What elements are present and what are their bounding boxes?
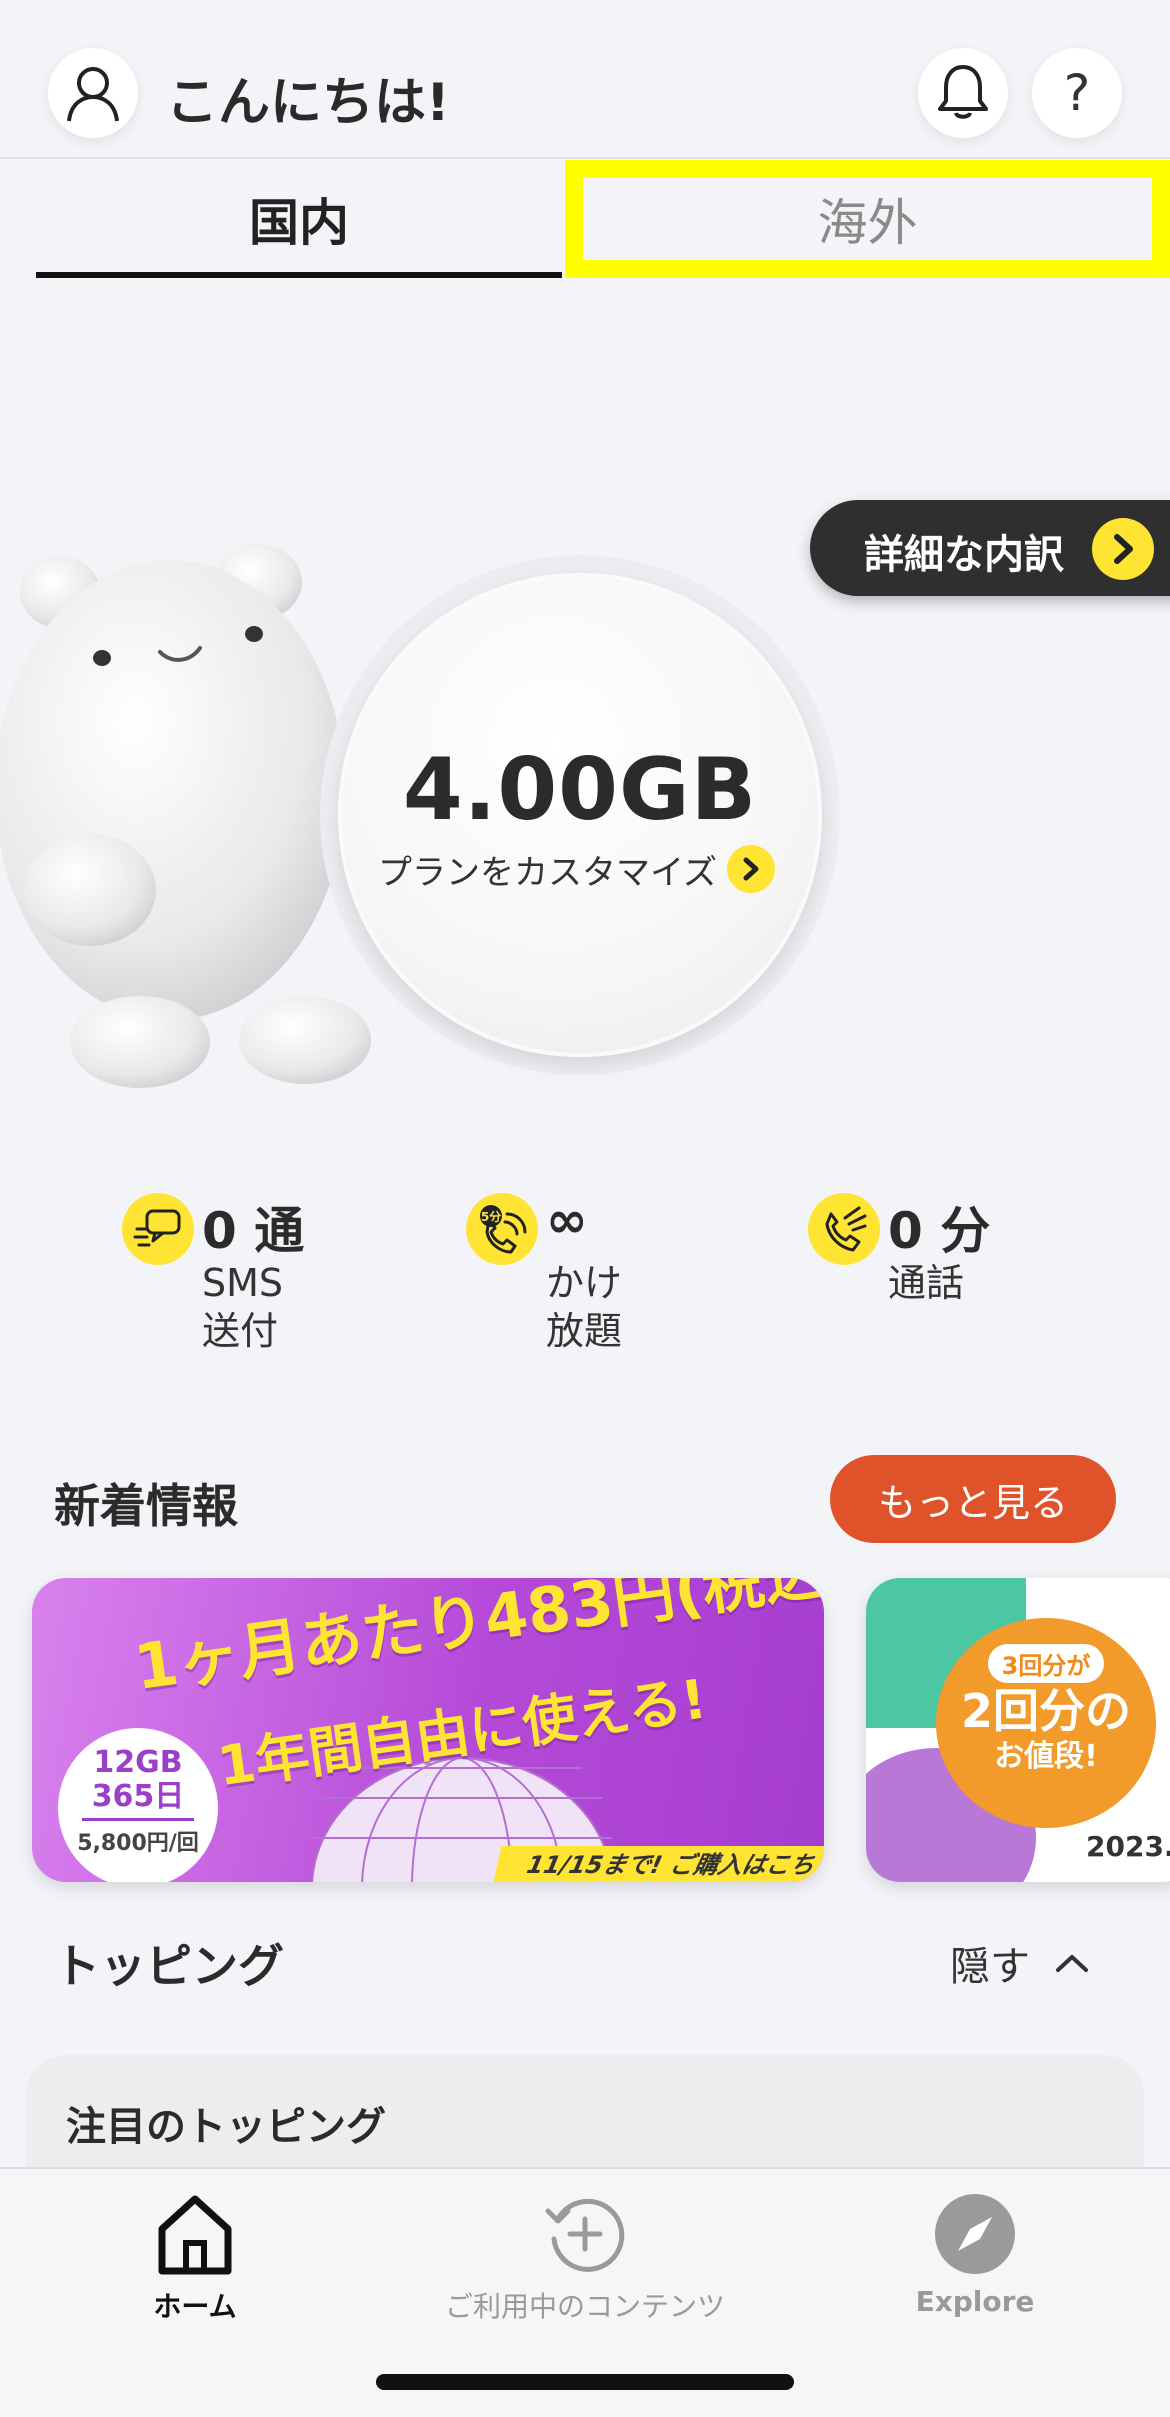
detailed-breakdown-label: 詳細な内訳 [864,532,1064,578]
banner-2-sub: お値段! [994,1739,1098,1774]
see-more-button[interactable]: もっと見る [830,1455,1116,1543]
banner-2-pill: 3回分が [987,1644,1105,1683]
sms-label-line2: 送付 [202,1309,279,1353]
home-indicator[interactable] [376,2374,794,2390]
nav-contents[interactable]: ご利用中のコンテンツ [405,2189,765,2329]
news-banner-1[interactable]: 1ヶ月あたり483円(税込)で、 1年間自由に使える! 12GB 365日 5,… [32,1578,824,1882]
sms-label-line1: SMS [202,1261,284,1305]
banner-1-badge: 12GB 365日 5,800円/回 [58,1728,218,1882]
topping-section-title: トッピング [54,1939,284,1993]
customize-plan-link[interactable]: プランをカスタマイズ [378,842,798,896]
phone-ringing-icon [808,1193,880,1265]
sms-label: SMS 送付 [202,1259,283,1355]
banner-2-main: 2回分の [960,1684,1131,1738]
unlimited-calls-label-line2: 放題 [546,1309,623,1353]
sms-count: 0 通 [202,1202,305,1260]
greeting-title: こんにちは! [166,73,450,133]
news-banner-2[interactable]: 3回分が 2回分の お値段! 2023. [866,1578,1170,1882]
banner-1-badge-data: 12GB [93,1745,183,1780]
bell-icon [938,65,988,119]
unlimited-calls-label: かけ 放題 [546,1259,622,1355]
featured-topping-title: 注目のトッピング [66,2104,386,2150]
help-icon: ? [1063,64,1091,122]
detailed-breakdown-button[interactable]: 詳細な内訳 [810,500,1170,596]
nav-home-label: ホーム [153,2290,237,2323]
banner-1-cta: 11/15まで! ご購入はこちら> [492,1846,824,1882]
header: こんにちは! ? [0,0,1170,158]
chevron-up-icon [1056,1955,1088,1972]
customize-plan-label: プランをカスタマイズ [378,852,717,893]
add-refresh-icon [545,2198,625,2272]
unlimited-calls-label-line1: かけ [546,1261,623,1305]
banner-2-burst: 3回分が 2回分の お値段! [936,1618,1156,1828]
profile-button[interactable] [48,48,138,138]
call-minutes: 0 分 [888,1202,991,1260]
banner-2-date: 2023. [1086,1830,1170,1863]
phone-5min-icon: 5分 [466,1193,538,1265]
chevron-right-icon [726,845,775,893]
help-button[interactable]: ? [1032,48,1122,138]
call-minutes-label-line1: 通話 [888,1261,965,1305]
nav-contents-label: ご利用中のコンテンツ [444,2290,725,2323]
banner-1-badge-divider [82,1818,194,1821]
sms-icon [122,1193,194,1265]
news-section-title: 新着情報 [54,1479,238,1533]
chevron-right-icon [1092,518,1154,580]
call-minutes-label: 通話 [888,1259,964,1307]
banner-1-badge-price: 5,800円/回 [77,1831,199,1856]
nav-explore-label: Explore [915,2285,1035,2318]
data-amount: 4.00GB [402,740,758,840]
tab-overseas[interactable]: 海外 [565,160,1170,278]
nav-home[interactable]: ホーム [15,2189,375,2329]
user-icon [67,67,119,122]
banner-1-badge-days: 365日 [91,1779,185,1814]
home-icon [158,2195,232,2275]
compass-icon [935,2194,1015,2274]
notification-button[interactable] [918,48,1008,138]
hide-topping-toggle[interactable]: 隠す [950,1934,1090,1992]
hide-topping-label: 隠す [950,1944,1030,1990]
header-divider [0,157,1170,159]
unlimited-symbol: ∞ [546,1191,588,1249]
nav-explore[interactable]: Explore [795,2189,1155,2329]
tab-domestic[interactable]: 国内 [36,166,562,278]
